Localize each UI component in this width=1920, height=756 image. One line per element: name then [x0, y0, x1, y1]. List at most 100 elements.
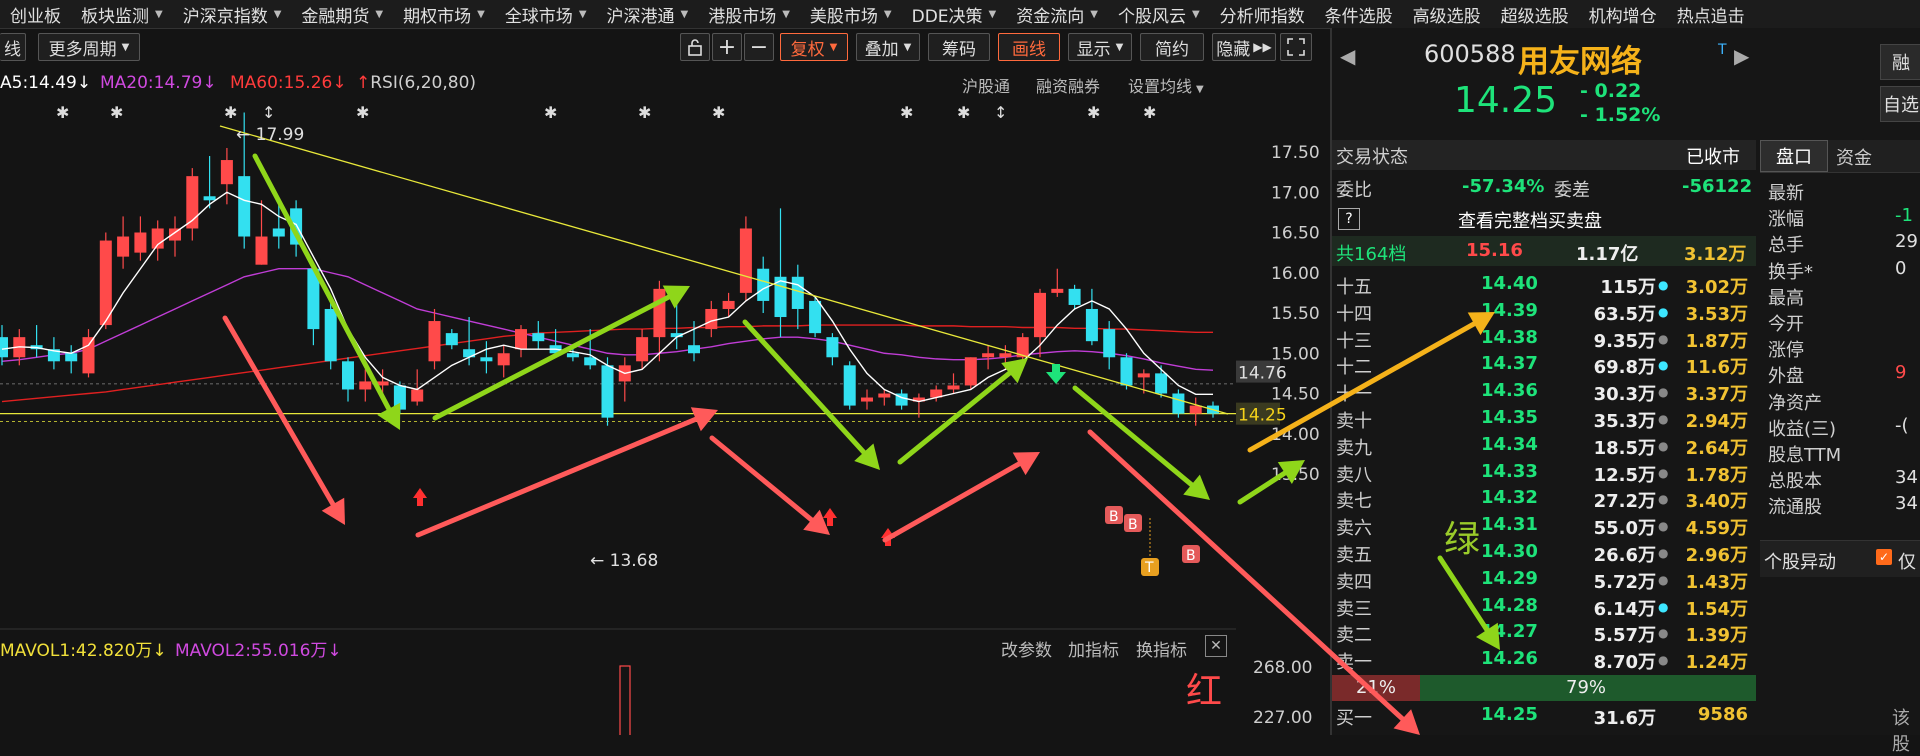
- b-marker: B: [1124, 514, 1142, 533]
- candle-body: [1137, 373, 1150, 378]
- add-indicator-link[interactable]: 加指标: [1068, 636, 1119, 661]
- order-row[interactable]: 卖七 14.32 27.2万 3.40万 ●: [1336, 487, 1756, 513]
- display-dropdown[interactable]: 显示 ▼: [1068, 33, 1132, 61]
- nav-item[interactable]: 全球市场 ▼: [495, 0, 597, 28]
- signal-marker-icon: ↕: [262, 103, 275, 122]
- nav-item[interactable]: 沪深港通 ▼: [597, 0, 699, 28]
- candle: [705, 300, 718, 338]
- nav-item[interactable]: 资金流向 ▼: [1006, 0, 1108, 28]
- order-row-buy1[interactable]: 买一 14.25 31.6万 9586: [1336, 704, 1756, 730]
- t-marker-label: T: [1144, 560, 1154, 576]
- order-row[interactable]: 卖一 14.26 8.70万 1.24万 ●: [1336, 648, 1756, 674]
- legend-ma5: A5:14.49↓: [0, 73, 91, 93]
- signal-marker-icon: ✱: [110, 103, 123, 122]
- hugutong-link[interactable]: 沪股通: [962, 73, 1010, 97]
- next-stock-icon[interactable]: ▶: [1734, 44, 1749, 68]
- nav-item[interactable]: 条件选股: [1315, 0, 1403, 28]
- add-watchlist-button[interactable]: 自选: [1880, 86, 1920, 122]
- buy-signal-icon: [823, 508, 837, 526]
- margin-link[interactable]: 融资融券: [1036, 73, 1100, 97]
- expand-icon[interactable]: [1280, 33, 1312, 61]
- period-button[interactable]: 线: [0, 33, 26, 61]
- nav-item[interactable]: 高级选股: [1403, 0, 1491, 28]
- chips-button[interactable]: 筹码: [928, 33, 990, 61]
- more-period-dropdown[interactable]: 更多周期 ▼: [38, 33, 140, 61]
- candle: [618, 357, 631, 402]
- candle: [515, 325, 527, 358]
- prev-stock-icon[interactable]: ◀: [1340, 44, 1355, 68]
- nav-item[interactable]: 板块监测 ▼: [71, 0, 173, 28]
- checkbox-icon[interactable]: ✓: [1876, 549, 1892, 565]
- legend-ma60: MA60:15.26↓: [230, 73, 347, 93]
- candle-body: [1068, 288, 1081, 305]
- nav-item[interactable]: 分析师指数: [1210, 0, 1315, 28]
- stock-name: 用友网络: [1518, 44, 1642, 80]
- nav-item[interactable]: 金融期货 ▼: [291, 0, 393, 28]
- order-row[interactable]: 卖五 14.30 26.6万 2.96万 ●: [1336, 541, 1756, 567]
- zoom-in-button[interactable]: +: [712, 33, 742, 61]
- hide-button[interactable]: 隐藏 ▶▶: [1212, 33, 1276, 61]
- order-row[interactable]: 卖四 14.29 5.72万 1.43万 ●: [1336, 568, 1756, 594]
- order-row[interactable]: 十五 14.40 115万 3.02万 ●: [1336, 273, 1756, 299]
- stat-label: 最高: [1768, 287, 1804, 309]
- high-price-label: ← 17.99: [236, 125, 304, 145]
- order-row[interactable]: 卖八 14.33 12.5万 1.78万 ●: [1336, 461, 1756, 487]
- candle: [532, 321, 545, 350]
- fuquan-dropdown[interactable]: 复权 ▼: [780, 33, 848, 61]
- nav-item[interactable]: 港股市场 ▼: [698, 0, 800, 28]
- display-label: 显示: [1076, 39, 1111, 60]
- tab-zijin[interactable]: 资金: [1836, 144, 1872, 170]
- overlay-dropdown[interactable]: 叠加 ▼: [856, 33, 920, 61]
- nav-item[interactable]: 热点追击: [1667, 0, 1755, 28]
- candle: [791, 264, 804, 330]
- nav-item[interactable]: 个股风云 ▼: [1108, 0, 1210, 28]
- tab-pankou[interactable]: 盘口: [1760, 140, 1828, 172]
- order-row[interactable]: 十一 14.36 30.3万 3.37万 ●: [1336, 380, 1756, 406]
- draw-line-button[interactable]: 画线: [998, 33, 1060, 61]
- ma5-value: A5:14.49: [0, 73, 77, 93]
- nav-item[interactable]: 机构增仓: [1579, 0, 1667, 28]
- order-amount: 2.64万: [1685, 437, 1748, 459]
- chevron-down-icon: ▼: [578, 8, 587, 20]
- order-row[interactable]: 卖十 14.35 35.3万 2.94万 ●: [1336, 407, 1756, 433]
- down-arrow-icon: ↓: [202, 73, 217, 93]
- chevron-down-icon: ▼: [680, 8, 689, 20]
- candle-body: [1034, 292, 1046, 338]
- order-amount: 3.37万: [1685, 384, 1748, 406]
- candle-body: [964, 357, 977, 386]
- order-row[interactable]: 十四 14.39 63.5万 3.53万 ●: [1336, 300, 1756, 326]
- order-row[interactable]: 卖九 14.34 18.5万 2.64万 ●: [1336, 434, 1756, 460]
- set-ma-label: 设置均线: [1128, 77, 1193, 96]
- order-row[interactable]: 卖二 14.27 5.57万 1.39万 ●: [1336, 621, 1756, 647]
- nav-item[interactable]: 期权市场 ▼: [393, 0, 495, 28]
- order-row[interactable]: 十二 14.37 69.8万 11.6万 ●: [1336, 353, 1756, 379]
- rong-button[interactable]: 融: [1880, 44, 1920, 80]
- order-row[interactable]: 十三 14.38 9.35万 1.87万 ●: [1336, 327, 1756, 353]
- legend-rsi[interactable]: ↑RSI(6,20,80): [356, 73, 476, 93]
- order-row[interactable]: 卖三 14.28 6.14万 1.54万 ●: [1336, 595, 1756, 621]
- candle: [30, 325, 43, 358]
- simple-button[interactable]: 简约: [1140, 33, 1204, 61]
- full-book-link[interactable]: 查看完整档买卖盘: [1458, 207, 1602, 233]
- candle: [169, 216, 181, 257]
- total-volume: 3.12万: [1684, 244, 1747, 265]
- edit-params-link[interactable]: 改参数: [1001, 636, 1052, 661]
- lock-icon[interactable]: [680, 33, 710, 61]
- candle-body: [601, 365, 614, 418]
- candle: [636, 329, 649, 370]
- change-indicator-link[interactable]: 换指标: [1136, 636, 1187, 661]
- nav-item[interactable]: 沪深京指数 ▼: [173, 0, 292, 28]
- nav-item[interactable]: 创业板: [0, 0, 71, 28]
- help-icon[interactable]: ?: [1338, 208, 1360, 230]
- close-icon[interactable]: ✕: [1205, 635, 1227, 657]
- set-ma-link[interactable]: 设置均线 ▼: [1128, 73, 1204, 97]
- order-row[interactable]: 卖六 14.31 55.0万 4.59万 ●: [1336, 514, 1756, 540]
- nav-item[interactable]: 超级选股: [1491, 0, 1579, 28]
- candle-body: [1051, 288, 1064, 293]
- nav-item[interactable]: DDE决策 ▼: [902, 0, 1007, 28]
- nav-item[interactable]: 美股市场 ▼: [800, 0, 902, 28]
- nav-item-label: 热点追击: [1676, 6, 1745, 27]
- zoom-out-button[interactable]: −: [744, 33, 774, 61]
- stat-label: 股息TTM: [1768, 445, 1842, 466]
- b-marker-label: B: [1186, 548, 1196, 564]
